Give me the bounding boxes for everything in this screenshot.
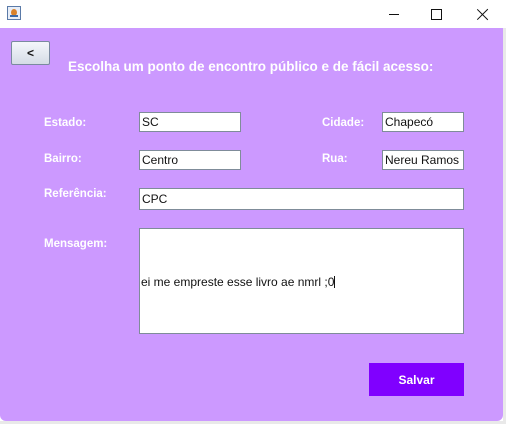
form-panel: < Escolha um ponto de encontro público e… xyxy=(0,28,503,421)
bairro-field[interactable]: Centro xyxy=(139,150,241,170)
maximize-icon xyxy=(430,8,442,20)
text-caret xyxy=(334,276,336,288)
cidade-label: Cidade: xyxy=(322,117,365,129)
mensagem-text-line: ei me empreste esse livro ae nmrl ;0 xyxy=(141,275,336,289)
maximize-button[interactable] xyxy=(414,0,458,28)
rua-field[interactable]: Nereu Ramos xyxy=(382,150,464,170)
close-icon xyxy=(476,8,489,21)
page-title: Escolha um ponto de encontro público e d… xyxy=(68,59,434,74)
referencia-label: Referência: xyxy=(44,188,107,200)
estado-label: Estado: xyxy=(44,117,87,129)
estado-field[interactable]: SC xyxy=(139,112,241,132)
referencia-field[interactable]: CPC xyxy=(139,188,464,210)
mensagem-text: ei me empreste esse livro ae nmrl ;0 xyxy=(141,275,335,289)
back-button[interactable]: < xyxy=(11,41,50,65)
save-button[interactable]: Salvar xyxy=(369,363,464,396)
title-bar xyxy=(0,0,506,28)
close-button[interactable] xyxy=(460,0,504,28)
minimize-icon xyxy=(389,13,399,15)
mensagem-textarea[interactable]: ei me empreste esse livro ae nmrl ;0 xyxy=(139,228,464,334)
cidade-field[interactable]: Chapecó xyxy=(382,112,464,132)
rua-label: Rua: xyxy=(322,153,348,165)
java-app-icon xyxy=(7,6,21,20)
minimize-button[interactable] xyxy=(372,0,416,28)
bairro-label: Bairro: xyxy=(44,153,82,165)
mensagem-label: Mensagem: xyxy=(44,238,108,250)
